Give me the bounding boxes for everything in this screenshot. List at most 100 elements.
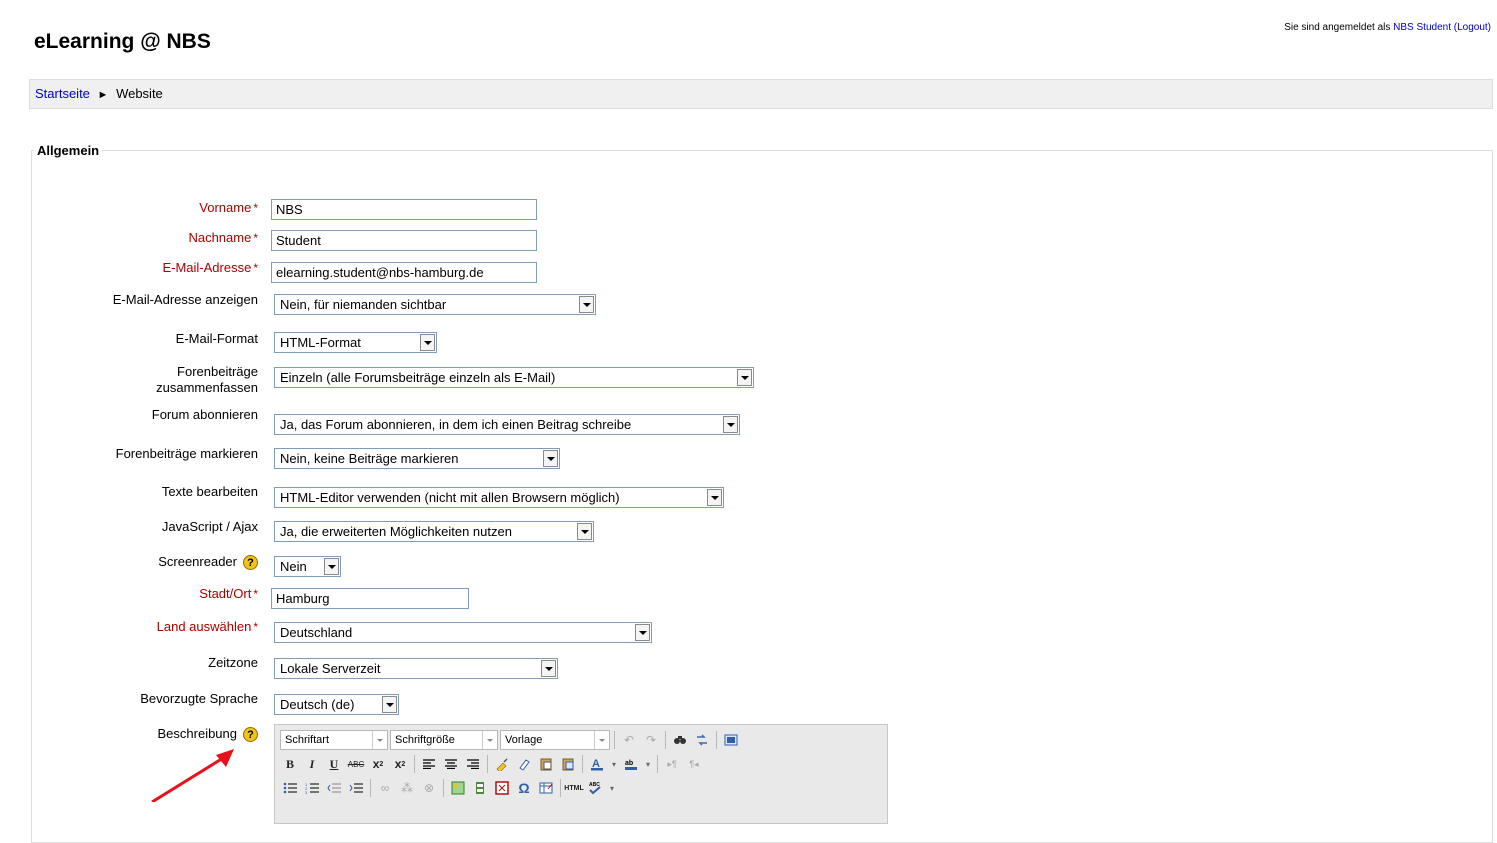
help-icon[interactable]: ? xyxy=(243,727,258,743)
outdent-icon[interactable] xyxy=(324,778,344,798)
fullscreen-icon[interactable] xyxy=(721,730,741,750)
underline-icon[interactable]: U xyxy=(324,754,344,774)
login-prefix: Sie sind angemeldet als xyxy=(1284,22,1391,33)
chevron-down-icon[interactable] xyxy=(737,369,752,386)
chevron-down-icon[interactable] xyxy=(577,523,592,540)
text-color-icon[interactable]: A xyxy=(587,754,607,774)
country-select[interactable]: Deutschland xyxy=(274,622,652,643)
numbered-list-icon[interactable]: 123 xyxy=(302,778,322,798)
user-profile-link[interactable]: NBS Student xyxy=(1393,22,1451,33)
email-input[interactable]: elearning.student@nbs-hamburg.de xyxy=(271,262,537,283)
highlight-color-icon[interactable]: ab xyxy=(621,754,641,774)
italic-icon[interactable]: I xyxy=(302,754,322,774)
trackforums-label: Forenbeiträge markieren xyxy=(115,446,258,461)
cleanup-icon[interactable] xyxy=(492,754,512,774)
align-center-icon[interactable] xyxy=(441,754,461,774)
htmleditor-select[interactable]: HTML-Editor verwenden (nicht mit allen B… xyxy=(274,487,724,508)
ltr-icon[interactable]: ▸¶ xyxy=(662,754,682,774)
chevron-down-icon[interactable] xyxy=(382,696,397,713)
screenreader-select[interactable]: Nein xyxy=(274,556,341,577)
link-icon[interactable]: ∞ xyxy=(375,778,395,798)
country-label: Land auswählen * xyxy=(156,619,258,634)
svg-text:3: 3 xyxy=(305,790,308,794)
font-size-select[interactable]: Schriftgröße xyxy=(390,730,498,750)
font-family-select[interactable]: Schriftart xyxy=(280,730,388,750)
paste-text-icon[interactable] xyxy=(536,754,556,774)
logout-link[interactable]: (Logout) xyxy=(1454,22,1491,33)
chevron-down-icon[interactable] xyxy=(723,416,738,433)
format-select[interactable]: Vorlage xyxy=(500,730,610,750)
table-icon[interactable] xyxy=(536,778,556,798)
editor-toolbar-row-3: 123 ∞ ⁂ ⊗ Ω HTML ABC ▾ xyxy=(280,777,617,799)
lang-label: Bevorzugte Sprache xyxy=(140,691,258,706)
align-right-icon[interactable] xyxy=(463,754,483,774)
ajax-select[interactable]: Ja, die erweiterten Möglichkeiten nutzen xyxy=(274,521,594,542)
screenreader-label: Screenreader? xyxy=(32,554,258,571)
trackforums-select[interactable]: Nein, keine Beiträge markieren xyxy=(274,448,560,469)
eraser-icon[interactable] xyxy=(514,754,534,774)
fieldset-legend: Allgemein xyxy=(37,143,100,158)
media-icon[interactable] xyxy=(470,778,490,798)
chevron-down-icon[interactable] xyxy=(324,558,339,575)
spellcheck-icon[interactable]: ABC xyxy=(585,778,605,798)
anchor-icon[interactable]: ⊗ xyxy=(419,778,439,798)
chevron-down-icon[interactable] xyxy=(541,660,556,677)
login-info: Sie sind angemeldet als NBS Student (Log… xyxy=(1284,22,1491,33)
special-char-icon[interactable]: Ω xyxy=(514,778,534,798)
breadcrumb-separator: ► xyxy=(97,89,109,101)
chevron-down-icon[interactable]: ▾ xyxy=(643,754,653,774)
autosubscribe-label: Forum abonnieren xyxy=(151,407,258,422)
redo-icon[interactable]: ↷ xyxy=(641,730,661,750)
image-icon[interactable] xyxy=(448,778,468,798)
replace-icon[interactable] xyxy=(692,730,712,750)
maildigest-label: Forenbeiträge zusammenfassen xyxy=(156,364,258,395)
lastname-label: Nachname * xyxy=(188,230,258,245)
autosubscribe-select[interactable]: Ja, das Forum abonnieren, in dem ich ein… xyxy=(274,414,740,435)
site-title: eLearning @ NBS xyxy=(34,30,211,53)
annotation-arrow-icon xyxy=(151,749,234,802)
chevron-down-icon[interactable] xyxy=(543,450,558,467)
mailformat-label: E-Mail-Format xyxy=(175,331,258,346)
subscript-icon[interactable]: x2 xyxy=(368,754,388,774)
chevron-down-icon[interactable]: ▾ xyxy=(609,754,619,774)
chevron-down-icon[interactable]: ▾ xyxy=(607,778,617,798)
timezone-select[interactable]: Lokale Serverzeit xyxy=(274,658,558,679)
undo-icon[interactable]: ↶ xyxy=(619,730,639,750)
firstname-label: Vorname * xyxy=(199,200,258,215)
align-left-icon[interactable] xyxy=(419,754,439,774)
ajax-label: JavaScript / Ajax xyxy=(161,519,258,534)
mailformat-select[interactable]: HTML-Format xyxy=(274,332,437,353)
superscript-icon[interactable]: x2 xyxy=(390,754,410,774)
city-input[interactable]: Hamburg xyxy=(271,588,469,609)
bullet-list-icon[interactable] xyxy=(280,778,300,798)
city-label: Stadt/Ort * xyxy=(199,586,258,601)
chevron-down-icon[interactable] xyxy=(635,624,650,641)
email-label: E-Mail-Adresse * xyxy=(162,260,258,275)
strikethrough-icon[interactable]: ABC xyxy=(346,754,366,774)
maildisplay-select[interactable]: Nein, für niemanden sichtbar xyxy=(274,294,596,315)
chevron-down-icon[interactable] xyxy=(579,296,594,313)
maildigest-select[interactable]: Einzeln (alle Forumsbeiträge einzeln als… xyxy=(274,367,754,388)
unlink-icon[interactable]: ⁂ xyxy=(397,778,417,798)
timezone-label: Zeitzone xyxy=(208,655,258,670)
html-editor: Schriftart Schriftgröße Vorlage ↶ ↷ B I … xyxy=(274,724,888,824)
breadcrumb-current: Website xyxy=(116,86,163,101)
indent-icon[interactable] xyxy=(346,778,366,798)
rtl-icon[interactable]: ¶◂ xyxy=(684,754,704,774)
help-icon[interactable]: ? xyxy=(243,555,258,571)
html-source-icon[interactable]: HTML xyxy=(564,778,583,798)
lastname-input[interactable]: Student xyxy=(271,230,537,251)
bold-icon[interactable]: B xyxy=(280,754,300,774)
lang-select[interactable]: Deutsch (de) xyxy=(274,694,399,715)
find-icon[interactable] xyxy=(670,730,690,750)
editor-toolbar-row-1: Schriftart Schriftgröße Vorlage ↶ ↷ xyxy=(280,729,741,751)
firstname-input[interactable]: NBS xyxy=(271,199,537,220)
chevron-down-icon[interactable] xyxy=(420,334,435,351)
nolink-icon[interactable] xyxy=(492,778,512,798)
general-fieldset: Allgemein Vorname * NBS Nachname * Student… xyxy=(31,143,1493,843)
description-label: Beschreibung? xyxy=(32,726,258,743)
maildisplay-label: E-Mail-Adresse anzeigen xyxy=(112,292,258,307)
paste-word-icon[interactable] xyxy=(558,754,578,774)
breadcrumb-home-link[interactable]: Startseite xyxy=(35,86,90,101)
chevron-down-icon[interactable] xyxy=(707,489,722,506)
